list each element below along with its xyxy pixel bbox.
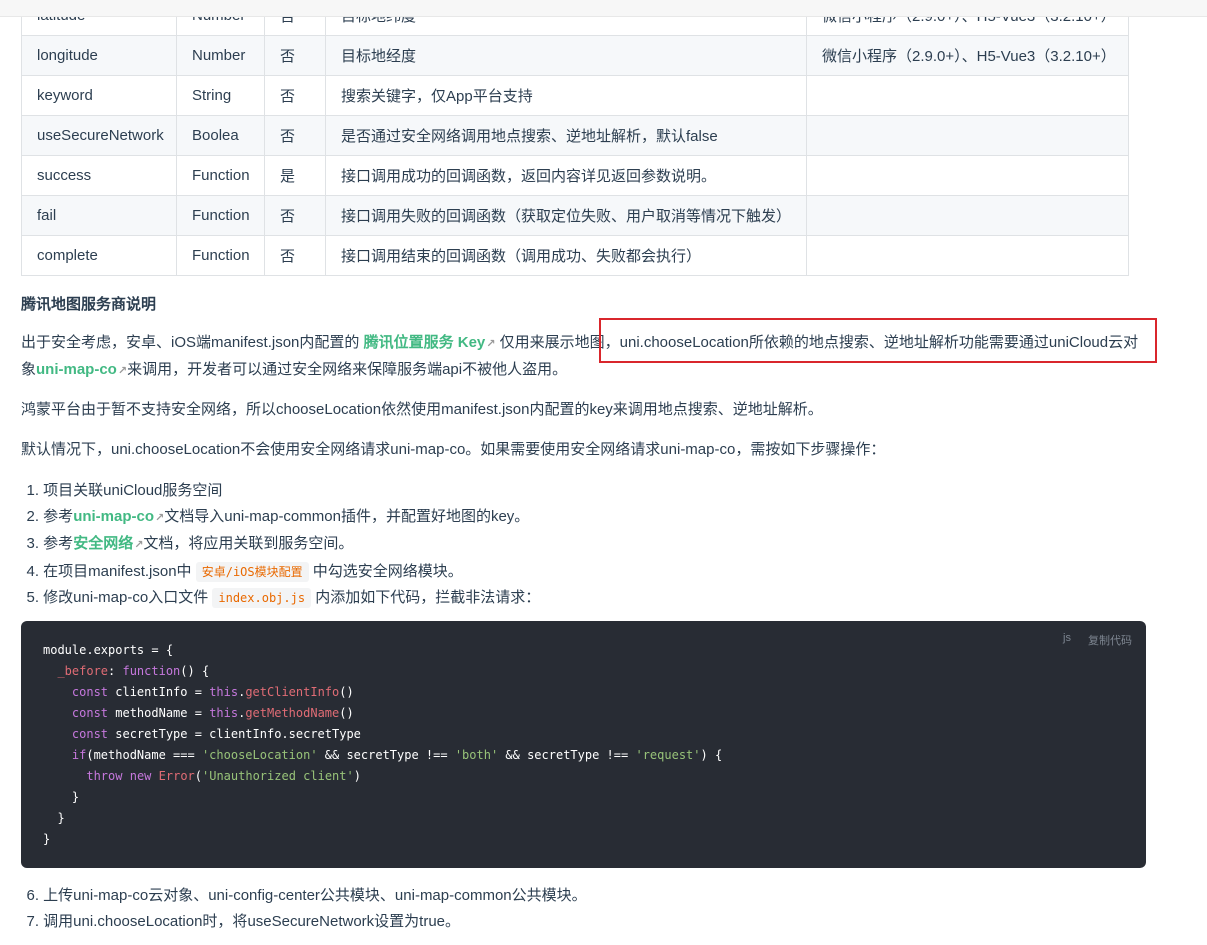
table-cell-required: 否: [264, 35, 326, 76]
table-cell-desc: 接口调用失败的回调函数（获取定位失败、用户取消等情况下触发）: [325, 195, 807, 236]
list-item: 4. 在项目manifest.json中 安卓/iOS模块配置 中勾选安全网络模…: [26, 561, 463, 582]
text: 象: [21, 361, 37, 378]
external-link-icon: ↗: [155, 511, 165, 524]
table-cell-type: Function: [176, 235, 265, 276]
highlight-box: [599, 318, 1157, 363]
table-cell-required: 是: [264, 155, 326, 196]
copy-code-button[interactable]: 复制代码: [1088, 632, 1132, 648]
code-content: module.exports = { _before: function() {…: [43, 640, 722, 850]
table-cell-type: Number: [176, 35, 265, 76]
code-line: }: [43, 811, 65, 825]
table-row: complete Function 否接口调用结束的回调函数（调用成功、失败都会执行…: [21, 235, 1129, 276]
table-row: fail Function 否接口调用失败的回调函数（获取定位失败、用户取消等情况下…: [21, 195, 1129, 236]
table-cell-desc: 接口调用成功的回调函数，返回内容详见返回参数说明。: [325, 155, 807, 196]
table-cell-desc: 搜索关键字，仅App平台支持: [325, 75, 807, 116]
table-cell-type: String: [176, 75, 265, 116]
text: 出于安全考虑，安卓、iOS端manifest.json内配置的: [21, 334, 364, 351]
table-cell-name: keyword: [21, 75, 177, 116]
table-cell-type: Function: [176, 195, 265, 236]
table-cell-required: 否: [264, 235, 326, 276]
tencent-key-link[interactable]: 腾讯位置服务 Key↗: [364, 334, 496, 351]
uni-map-co-link[interactable]: uni-map-co↗: [36, 361, 127, 378]
uni-map-co-doc-link[interactable]: uni-map-co↗: [73, 508, 164, 525]
list-item: 6. 上传uni-map-co云对象、uni-config-center公共模块…: [26, 887, 587, 904]
table-cell-platform: [806, 155, 1129, 196]
list-item: 1. 项目关联uniCloud服务空间: [26, 482, 223, 499]
code-language-label: js: [1063, 632, 1071, 644]
table-cell-required: 否: [264, 75, 326, 116]
table-cell-platform: [806, 115, 1129, 156]
code-line: if(methodName === 'chooseLocation' && se…: [71, 748, 723, 762]
inline-code: index.obj.js: [212, 588, 312, 608]
list-item: 7. 调用uni.chooseLocation时，将useSecureNetwo…: [26, 912, 461, 930]
table-cell-name: useSecureNetwork: [21, 115, 177, 156]
top-bar: [0, 0, 1207, 17]
list-item: 5. 修改uni-map-co入口文件 index.obj.js 内添加如下代码…: [26, 588, 541, 608]
text: 来调用，开发者可以通过安全网络来保障服务端api不被他人盗用。: [127, 361, 568, 378]
table-cell-name: fail: [21, 195, 177, 236]
code-line: const clientInfo = this.getClientInfo(): [71, 685, 354, 699]
steps-list: 1. 项目关联uniCloud服务空间 2. 参考uni-map-co↗文档导入…: [21, 478, 540, 612]
table-cell-required: 否: [264, 195, 326, 236]
table-cell-type: Function: [176, 155, 265, 196]
table-row: longitude Number 否目标地经度 微信小程序（2.9.0+）、H5-Vu…: [21, 35, 1129, 76]
table-cell-type: Boolea: [176, 115, 265, 156]
code-line: const methodName = this.getMethodName(): [71, 706, 354, 720]
list-item: 3. 参考安全网络↗文档，将应用关联到服务空间。: [26, 535, 354, 552]
code-line: }: [43, 790, 80, 804]
params-table: latitudeNumber否目标地纬度微信小程序（2.9.0+）、H5-Vue…: [21, 0, 1129, 276]
table-cell-platform: [806, 75, 1129, 116]
default-paragraph: 默认情况下，uni.chooseLocation不会使用安全网络请求uni-ma…: [21, 441, 886, 458]
code-line: const secretType = clientInfo.secretType: [71, 727, 361, 741]
table-cell-required: 否: [264, 115, 326, 156]
table-cell-name: longitude: [21, 35, 177, 76]
code-line: module.exports = {: [43, 643, 174, 657]
external-link-icon: ↗: [117, 365, 128, 377]
table-cell-platform: [806, 235, 1129, 276]
code-block: js 复制代码 module.exports = { _before: func…: [21, 621, 1146, 868]
inline-code: 安卓/iOS模块配置: [195, 561, 309, 582]
table-row: success Function 是接口调用成功的回调函数，返回内容详见返回参数说明…: [21, 155, 1129, 196]
code-line: }: [43, 832, 51, 846]
table-cell-platform: 微信小程序（2.9.0+）、H5-Vue3（3.2.10+）: [806, 35, 1129, 76]
list-item: 2. 参考uni-map-co↗文档导入uni-map-common插件，并配置…: [26, 507, 530, 525]
table-row: keyword String 否搜索关键字，仅App平台支持: [21, 75, 1129, 116]
table-cell-desc: 目标地经度: [325, 35, 807, 76]
code-line: _before: function() {: [57, 664, 210, 678]
steps-list-continued: 6. 上传uni-map-co云对象、uni-config-center公共模块…: [21, 883, 587, 934]
table-cell-desc: 接口调用结束的回调函数（调用成功、失败都会执行）: [325, 235, 807, 276]
secure-network-link[interactable]: 安全网络↗: [73, 535, 143, 552]
table-cell-name: complete: [21, 235, 177, 276]
table-cell-name: success: [21, 155, 177, 196]
code-line: throw new Error('Unauthorized client'): [86, 769, 361, 783]
table-row: useSecureNetwork Boolea 否是否通过安全网络调用地点搜索、逆地…: [21, 115, 1129, 156]
table-cell-desc: 是否通过安全网络调用地点搜索、逆地址解析，默认false: [325, 115, 807, 156]
section-title: 腾讯地图服务商说明: [21, 296, 157, 313]
harmony-paragraph: 鸿蒙平台由于暂不支持安全网络，所以chooseLocation依然使用manif…: [21, 401, 823, 418]
table-cell-platform: [806, 195, 1129, 236]
